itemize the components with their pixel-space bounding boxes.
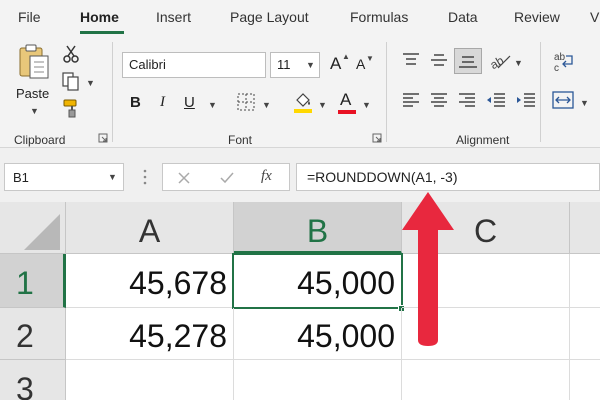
paste-dropdown-icon[interactable]: ▼ bbox=[30, 106, 39, 116]
increase-indent-icon[interactable] bbox=[516, 92, 536, 108]
column-header-a[interactable]: A bbox=[66, 202, 234, 254]
italic-button[interactable]: I bbox=[160, 94, 165, 111]
row-header-3[interactable]: 3 bbox=[0, 360, 66, 400]
tab-data[interactable]: Data bbox=[448, 9, 478, 25]
enter-check-icon[interactable] bbox=[219, 171, 235, 185]
name-box-value: B1 bbox=[13, 170, 29, 185]
orientation-dropdown-icon[interactable]: ▼ bbox=[514, 58, 523, 68]
font-size-dropdown-icon[interactable]: ▼ bbox=[306, 60, 315, 70]
row-header-2[interactable]: 2 bbox=[0, 308, 66, 360]
cell-d3[interactable] bbox=[570, 360, 600, 400]
font-size-value: 11 bbox=[277, 57, 291, 72]
borders-dropdown-icon[interactable]: ▼ bbox=[262, 100, 271, 110]
annotation-arrow-up-icon bbox=[402, 192, 454, 346]
svg-text:c: c bbox=[554, 63, 559, 74]
ribbon: Paste ▼ ▼ Clipboard Calibri 11 ▼ A ▲ A ▼… bbox=[0, 36, 600, 148]
font-group-label: Font bbox=[228, 133, 253, 147]
shrink-font-button[interactable]: A bbox=[356, 56, 365, 72]
underline-button[interactable]: U bbox=[184, 94, 195, 111]
group-separator bbox=[112, 42, 113, 142]
name-box[interactable]: B1 bbox=[4, 163, 124, 191]
cell-b1[interactable]: 45,000 bbox=[232, 253, 403, 309]
font-family-value: Calibri bbox=[129, 57, 166, 72]
middle-align-icon[interactable] bbox=[430, 52, 448, 68]
align-right-icon[interactable] bbox=[458, 92, 476, 108]
ribbon-tabs: File Home Insert Page Layout Formulas Da… bbox=[0, 0, 600, 36]
align-center-icon[interactable] bbox=[430, 92, 448, 108]
format-painter-icon[interactable] bbox=[62, 98, 82, 118]
grow-font-button[interactable]: A bbox=[330, 54, 341, 74]
worksheet-grid: A B C 1 2 3 45,678 45,000 45,278 45,000 bbox=[0, 202, 600, 400]
tab-page-layout[interactable]: Page Layout bbox=[230, 9, 309, 25]
cell-a3[interactable] bbox=[66, 360, 234, 400]
column-header-b[interactable]: B bbox=[234, 202, 402, 254]
cell-d2[interactable] bbox=[570, 308, 600, 360]
cut-icon[interactable] bbox=[62, 44, 80, 64]
merge-dropdown-icon[interactable]: ▼ bbox=[580, 98, 589, 108]
cell-d1[interactable] bbox=[570, 254, 600, 308]
shrink-font-arrow-icon: ▼ bbox=[366, 54, 374, 63]
name-box-dropdown-icon[interactable]: ▼ bbox=[108, 172, 117, 182]
grow-font-arrow-icon: ▲ bbox=[342, 52, 350, 61]
select-all-triangle-icon bbox=[24, 214, 60, 250]
orientation-icon[interactable]: ab bbox=[488, 50, 512, 72]
wrap-text-icon[interactable]: ab c bbox=[552, 50, 576, 74]
underline-dropdown-icon[interactable]: ▼ bbox=[208, 100, 217, 110]
bottom-align-button[interactable] bbox=[454, 48, 482, 74]
tab-view[interactable]: V bbox=[590, 9, 599, 25]
bottom-align-icon bbox=[459, 56, 477, 68]
clipboard-group-label: Clipboard bbox=[14, 133, 66, 147]
cell-c3[interactable] bbox=[402, 360, 570, 400]
paste-icon[interactable] bbox=[16, 42, 52, 80]
font-launcher-icon[interactable] bbox=[372, 133, 382, 143]
group-separator bbox=[386, 42, 387, 142]
bold-button[interactable]: B bbox=[130, 94, 141, 111]
font-family-select[interactable]: Calibri bbox=[122, 52, 266, 78]
font-color-button[interactable]: A bbox=[340, 90, 351, 110]
alignment-group-label: Alignment bbox=[456, 133, 510, 147]
cell-b3[interactable] bbox=[234, 360, 402, 400]
tab-home[interactable]: Home bbox=[80, 9, 119, 25]
fill-color-icon[interactable] bbox=[292, 90, 314, 114]
clipboard-launcher-icon[interactable] bbox=[98, 133, 108, 143]
cell-a2[interactable]: 45,278 bbox=[66, 308, 234, 360]
formula-buttons: fx bbox=[162, 163, 290, 191]
paste-label[interactable]: Paste bbox=[16, 86, 49, 101]
tab-formulas[interactable]: Formulas bbox=[350, 9, 408, 25]
borders-icon[interactable] bbox=[236, 92, 256, 112]
row-header-1[interactable]: 1 bbox=[0, 254, 66, 308]
select-all-corner[interactable] bbox=[0, 202, 66, 254]
insert-function-button[interactable]: fx bbox=[261, 168, 272, 185]
copy-icon[interactable] bbox=[62, 72, 80, 92]
tab-review[interactable]: Review bbox=[514, 9, 560, 25]
active-tab-indicator bbox=[80, 31, 124, 34]
column-header-d[interactable] bbox=[570, 202, 600, 254]
group-separator bbox=[540, 42, 541, 142]
tab-insert[interactable]: Insert bbox=[156, 9, 191, 25]
fill-color-dropdown-icon[interactable]: ▼ bbox=[318, 100, 327, 110]
cell-a1[interactable]: 45,678 bbox=[66, 254, 234, 308]
copy-dropdown-icon[interactable]: ▼ bbox=[86, 78, 95, 88]
cancel-icon[interactable] bbox=[177, 171, 191, 185]
cell-b2[interactable]: 45,000 bbox=[234, 308, 402, 360]
formula-bar-area: B1 ▼ fx =ROUNDDOWN(A1, -3) bbox=[0, 148, 600, 202]
merge-center-icon[interactable] bbox=[552, 90, 574, 110]
decrease-indent-icon[interactable] bbox=[486, 92, 506, 108]
formula-bar-grip-icon bbox=[143, 169, 147, 185]
align-left-icon[interactable] bbox=[402, 92, 420, 108]
formula-text: =ROUNDDOWN(A1, -3) bbox=[307, 169, 458, 185]
svg-text:ab: ab bbox=[554, 52, 566, 63]
tab-file[interactable]: File bbox=[18, 9, 41, 25]
font-color-dropdown-icon[interactable]: ▼ bbox=[362, 100, 371, 110]
top-align-icon[interactable] bbox=[402, 52, 420, 68]
font-color-swatch bbox=[338, 110, 356, 114]
